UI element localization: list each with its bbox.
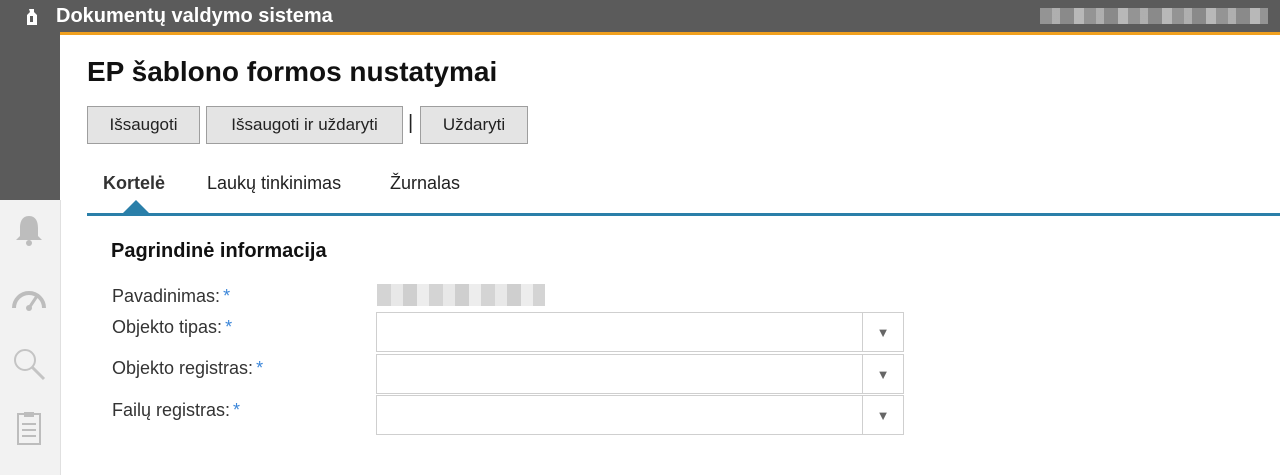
save-and-close-button[interactable]: Išsaugoti ir uždaryti	[206, 106, 403, 144]
field-label-object-register: Objekto registras: *	[112, 358, 264, 378]
user-info-redacted[interactable]	[1040, 8, 1268, 24]
top-bar-accent	[26, 32, 1280, 35]
tab-lauku-tinkinimas[interactable]: Laukų tinkinimas	[207, 173, 341, 194]
search-icon[interactable]	[10, 346, 48, 382]
object-register-select[interactable]: ▼	[376, 354, 904, 394]
field-label-file-register: Failų registras: *	[112, 400, 241, 420]
close-button[interactable]: Uždaryti	[420, 106, 528, 144]
required-marker: *	[233, 400, 241, 420]
app-logo-icon[interactable]	[24, 7, 40, 27]
save-button[interactable]: Išsaugoti	[87, 106, 200, 144]
toolbar-separator: |	[408, 112, 414, 134]
tab-kortele[interactable]: Kortelė	[103, 173, 165, 194]
required-marker: *	[223, 286, 231, 306]
required-marker: *	[256, 358, 264, 378]
field-label-name: Pavadinimas: *	[112, 286, 231, 306]
active-tab-indicator	[122, 200, 150, 214]
chevron-down-icon[interactable]: ▼	[862, 355, 903, 393]
dashboard-gauge-icon[interactable]	[10, 282, 48, 318]
clipboard-icon[interactable]	[10, 410, 48, 446]
chevron-down-icon[interactable]: ▼	[862, 396, 903, 434]
file-register-select[interactable]: ▼	[376, 395, 904, 435]
section-title: Pagrindinė informacija	[111, 240, 327, 262]
tab-zurnalas[interactable]: Žurnalas	[390, 173, 460, 194]
field-label-object-type: Objekto tipas: *	[112, 317, 233, 337]
object-type-select[interactable]: ▼	[376, 312, 904, 352]
chevron-down-icon[interactable]: ▼	[862, 313, 903, 351]
page-title: EP šablono formos nustatymai	[87, 56, 498, 87]
left-rail-top	[0, 32, 60, 200]
name-value-redacted	[377, 284, 545, 306]
tab-underline	[87, 213, 1280, 216]
bell-icon[interactable]	[10, 212, 48, 248]
app-title: Dokumentų valdymo sistema	[56, 5, 333, 27]
required-marker: *	[225, 317, 233, 337]
tab-bar: Kortelė Laukų tinkinimas Žurnalas	[87, 168, 1280, 216]
